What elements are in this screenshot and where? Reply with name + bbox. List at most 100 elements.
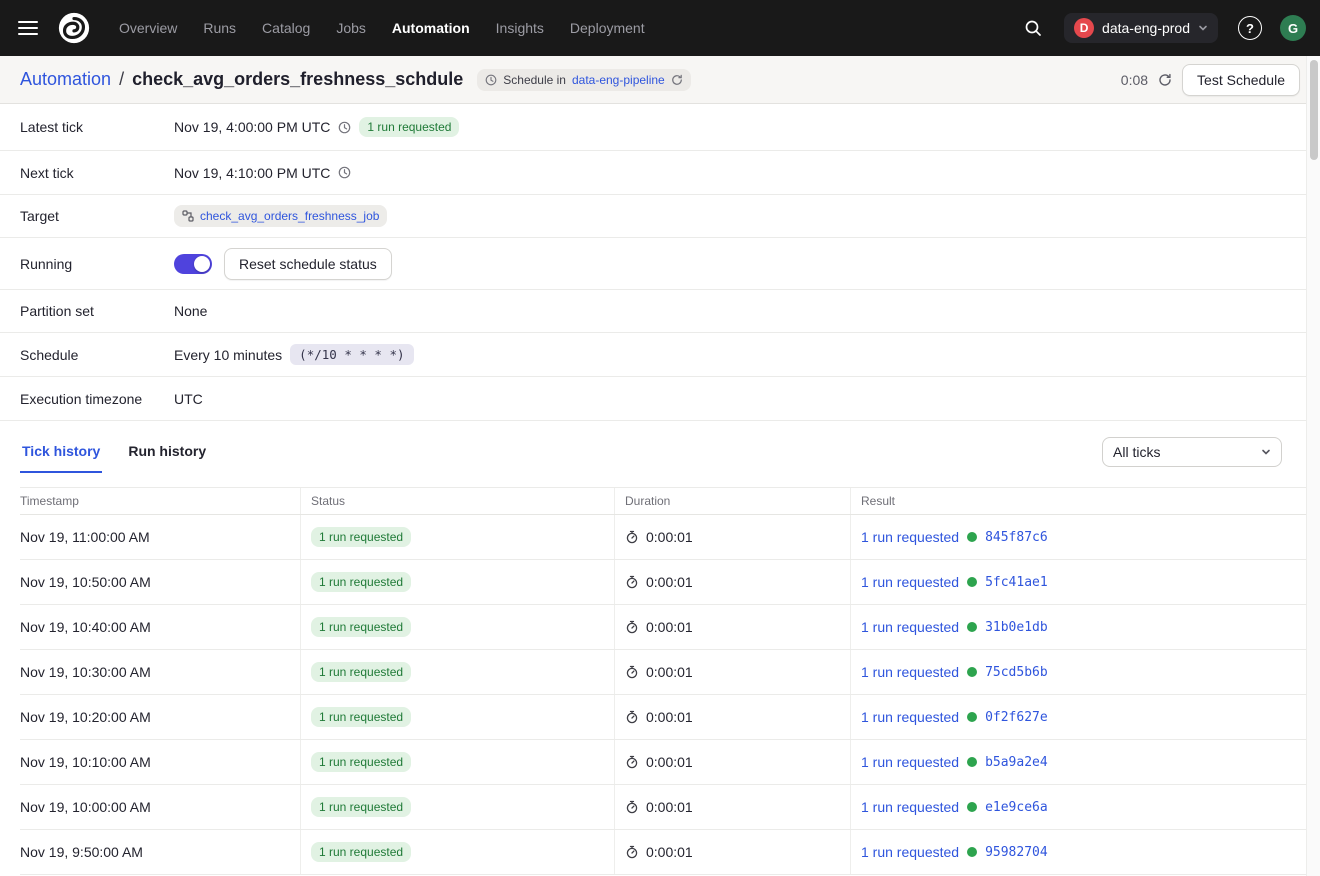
detail-label: Latest tick	[20, 119, 174, 135]
tick-duration: 0:00:01	[646, 709, 693, 725]
tick-timestamp: Nov 19, 10:20:00 AM	[20, 695, 300, 739]
deployment-switcher[interactable]: D data-eng-prod	[1064, 13, 1218, 43]
column-header-duration: Duration	[614, 488, 850, 514]
column-header-status: Status	[300, 488, 614, 514]
deployment-name: data-eng-prod	[1102, 20, 1190, 36]
tick-history-table: Timestamp Status Duration Result Nov 19,…	[20, 487, 1306, 875]
stopwatch-icon	[625, 665, 639, 679]
run-id-link[interactable]: 845f87c6	[985, 530, 1048, 545]
run-id-link[interactable]: b5a9a2e4	[985, 755, 1048, 770]
tick-timestamp: Nov 19, 11:00:00 AM	[20, 515, 300, 559]
tick-row: Nov 19, 11:00:00 AM 1 run requested 0:00…	[20, 515, 1306, 560]
run-id-link[interactable]: 0f2f627e	[985, 710, 1048, 725]
stopwatch-icon	[625, 710, 639, 724]
running-toggle[interactable]	[174, 254, 212, 274]
tick-timestamp: Nov 19, 10:40:00 AM	[20, 605, 300, 649]
schedule-description: Every 10 minutes	[174, 347, 282, 363]
tick-timestamp: Nov 19, 10:10:00 AM	[20, 740, 300, 784]
cron-chip: (*/10 * * * *)	[290, 344, 413, 365]
tab-tick-history[interactable]: Tick history	[20, 433, 102, 473]
run-id-link[interactable]: 95982704	[985, 845, 1048, 860]
run-status-dot	[967, 712, 977, 722]
clock-icon	[485, 74, 497, 86]
code-location-link[interactable]: data-eng-pipeline	[572, 73, 665, 87]
scrollbar-thumb[interactable]	[1310, 60, 1318, 160]
tick-timestamp: Nov 19, 9:50:00 AM	[20, 830, 300, 874]
run-status-dot	[967, 622, 977, 632]
detail-label: Partition set	[20, 303, 174, 319]
run-requested-link[interactable]: 1 run requested	[861, 709, 959, 725]
schedule-location-chip: Schedule in data-eng-pipeline	[477, 69, 690, 91]
history-tabs-bar: Tick history Run history All ticks	[0, 421, 1320, 473]
run-id-link[interactable]: 5fc41ae1	[985, 575, 1048, 590]
primary-nav: Overview Runs Catalog Jobs Automation In…	[106, 14, 658, 42]
scrollbar[interactable]	[1306, 56, 1320, 876]
nav-item-catalog[interactable]: Catalog	[249, 14, 323, 42]
detail-row-timezone: Execution timezone UTC	[0, 377, 1320, 421]
run-id-link[interactable]: e1e9ce6a	[985, 800, 1048, 815]
nav-item-jobs[interactable]: Jobs	[323, 14, 379, 42]
tick-duration: 0:00:01	[646, 844, 693, 860]
run-status-dot	[967, 757, 977, 767]
run-id-link[interactable]: 75cd5b6b	[985, 665, 1048, 680]
tick-filter-select[interactable]: All ticks	[1102, 437, 1282, 467]
tick-status-badge: 1 run requested	[311, 617, 411, 637]
partition-set-value: None	[174, 303, 207, 319]
stopwatch-icon	[625, 845, 639, 859]
user-avatar[interactable]: G	[1280, 15, 1306, 41]
target-job-link[interactable]: check_avg_orders_freshness_job	[200, 209, 379, 223]
nav-item-overview[interactable]: Overview	[106, 14, 190, 42]
tick-status-badge: 1 run requested	[311, 752, 411, 772]
detail-label: Target	[20, 208, 174, 224]
tick-row: Nov 19, 9:50:00 AM 1 run requested 0:00:…	[20, 830, 1306, 875]
tick-status-badge: 1 run requested	[311, 797, 411, 817]
run-requested-link[interactable]: 1 run requested	[861, 754, 959, 770]
chevron-down-icon	[1261, 447, 1271, 457]
run-status-dot	[967, 802, 977, 812]
test-schedule-button[interactable]: Test Schedule	[1182, 64, 1300, 96]
tick-duration: 0:00:01	[646, 619, 693, 635]
nav-item-automation[interactable]: Automation	[379, 14, 483, 42]
dagster-logo[interactable]	[56, 10, 92, 46]
detail-row-next-tick: Next tick Nov 19, 4:10:00 PM UTC	[0, 151, 1320, 195]
latest-tick-time: Nov 19, 4:00:00 PM UTC	[174, 119, 330, 135]
tick-timestamp: Nov 19, 10:00:00 AM	[20, 785, 300, 829]
tick-duration: 0:00:01	[646, 529, 693, 545]
refresh-icon[interactable]	[1158, 73, 1172, 87]
run-requested-link[interactable]: 1 run requested	[861, 574, 959, 590]
tick-row: Nov 19, 10:50:00 AM 1 run requested 0:00…	[20, 560, 1306, 605]
nav-item-runs[interactable]: Runs	[190, 14, 249, 42]
target-job-chip[interactable]: check_avg_orders_freshness_job	[174, 205, 387, 227]
run-status-dot	[967, 532, 977, 542]
detail-label: Next tick	[20, 165, 174, 181]
run-requested-link[interactable]: 1 run requested	[861, 844, 959, 860]
run-requested-link[interactable]: 1 run requested	[861, 619, 959, 635]
run-id-link[interactable]: 31b0e1db	[985, 620, 1048, 635]
nav-item-insights[interactable]: Insights	[483, 14, 557, 42]
menu-icon[interactable]	[14, 12, 46, 44]
stopwatch-icon	[625, 755, 639, 769]
stopwatch-icon	[625, 800, 639, 814]
detail-row-schedule: Schedule Every 10 minutes (*/10 * * * *)	[0, 333, 1320, 377]
tick-row: Nov 19, 10:40:00 AM 1 run requested 0:00…	[20, 605, 1306, 650]
tick-duration: 0:00:01	[646, 664, 693, 680]
run-requested-link[interactable]: 1 run requested	[861, 799, 959, 815]
tab-run-history[interactable]: Run history	[126, 433, 208, 473]
deployment-avatar: D	[1074, 18, 1094, 38]
table-header-row: Timestamp Status Duration Result	[20, 488, 1306, 515]
run-requested-link[interactable]: 1 run requested	[861, 529, 959, 545]
breadcrumb-automation[interactable]: Automation	[20, 69, 111, 90]
help-icon[interactable]: ?	[1238, 16, 1262, 40]
stopwatch-icon	[625, 575, 639, 589]
search-icon[interactable]	[1016, 11, 1050, 45]
clock-icon	[338, 121, 351, 134]
next-tick-time: Nov 19, 4:10:00 PM UTC	[174, 165, 330, 181]
job-icon	[182, 210, 194, 222]
timezone-value: UTC	[174, 391, 203, 407]
run-status-dot	[967, 577, 977, 587]
reset-schedule-status-button[interactable]: Reset schedule status	[224, 248, 392, 280]
run-requested-link[interactable]: 1 run requested	[861, 664, 959, 680]
nav-item-deployment[interactable]: Deployment	[557, 14, 658, 42]
tick-status-badge: 1 run requested	[311, 707, 411, 727]
reload-location-icon[interactable]	[671, 74, 683, 86]
